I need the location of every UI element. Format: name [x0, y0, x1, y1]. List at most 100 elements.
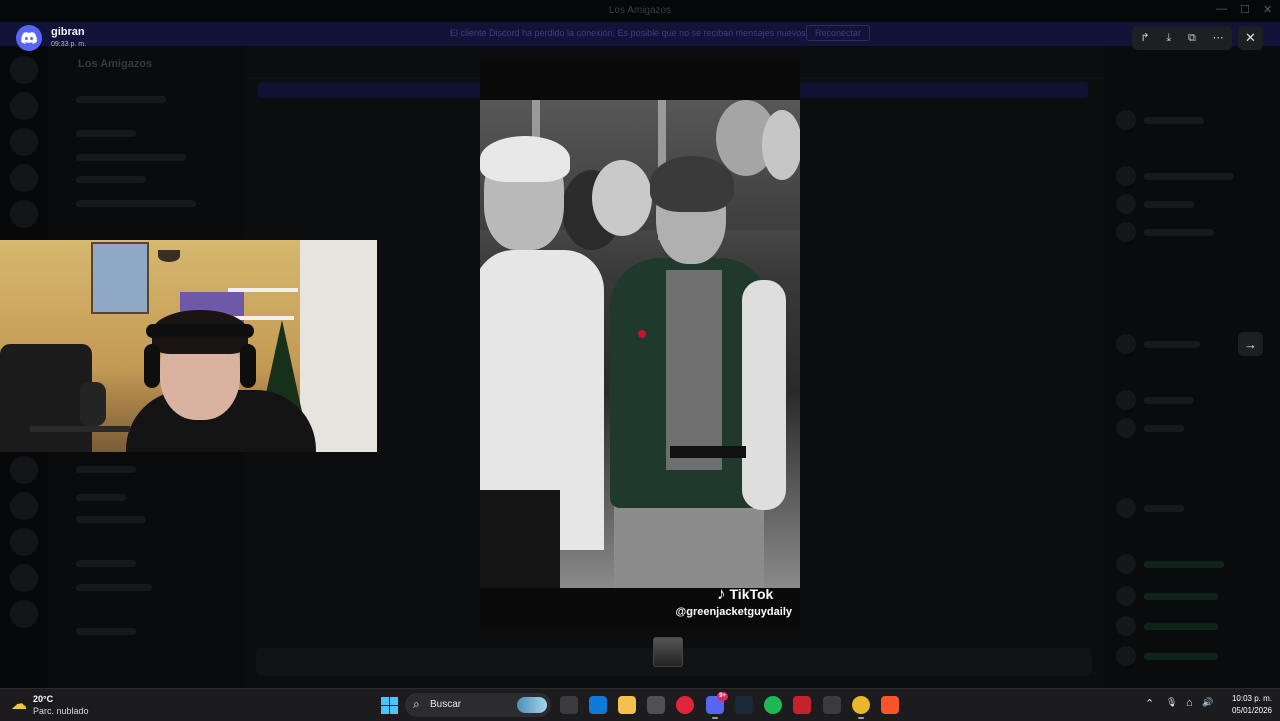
member-avatar[interactable] [1116, 222, 1136, 242]
discord-taskbar-icon[interactable]: 9+ [706, 692, 728, 719]
member-avatar[interactable] [1116, 646, 1136, 666]
server-icon[interactable] [10, 456, 38, 484]
maximize-icon[interactable]: ☐ [1240, 3, 1250, 16]
member-avatar[interactable] [1116, 390, 1136, 410]
weather-description[interactable]: Parc. nublado [33, 706, 89, 716]
jacket-white-sleeve [742, 280, 786, 510]
server-icon[interactable] [10, 492, 38, 520]
member-name [1144, 561, 1224, 568]
channel-item[interactable] [76, 560, 136, 567]
file-explorer-icon[interactable] [618, 696, 636, 714]
forward-icon[interactable]: ↱ [1140, 32, 1149, 44]
channel-item[interactable] [76, 494, 126, 501]
viewer-close-button[interactable]: ✕ [1238, 26, 1263, 50]
member-avatar[interactable] [1116, 334, 1136, 354]
streaming-app-icon[interactable] [793, 696, 811, 714]
sender-timestamp: 09:33 p. m. [51, 41, 87, 48]
channel-item[interactable] [76, 628, 136, 635]
channel-item[interactable] [76, 516, 146, 523]
connection-notice-bar: El cliente Discord ha perdido la conexió… [0, 22, 1280, 46]
member-name [1144, 341, 1200, 348]
server-icon[interactable] [10, 92, 38, 120]
tiktok-logo-icon: ♪ [717, 584, 726, 603]
server-icon[interactable] [10, 528, 38, 556]
server-icon[interactable] [10, 56, 38, 84]
weather-cloud-icon[interactable]: ☁ [11, 694, 27, 714]
window-close-icon[interactable]: ✕ [1263, 3, 1272, 16]
spotify-icon[interactable] [764, 696, 782, 714]
member-avatar[interactable] [1116, 554, 1136, 574]
cam-chair [0, 344, 92, 452]
volume-icon[interactable]: 🔊 [1202, 697, 1213, 708]
task-view-icon[interactable] [560, 696, 578, 714]
app-icon[interactable] [823, 696, 841, 714]
server-icon[interactable] [10, 564, 38, 592]
channel-item[interactable] [76, 200, 196, 207]
steam-icon[interactable] [735, 696, 753, 714]
channel-item[interactable] [76, 96, 166, 103]
clock-date[interactable]: 05/01/2026 [1220, 706, 1272, 715]
taskbar: ☁ 20°C Parc. nublado ⌕ Buscar 9+ ⌃ 🎙 ⌂ 🔊… [0, 688, 1280, 721]
person-dark-pants [480, 490, 560, 588]
video-player[interactable]: ♪ TikTok @greenjacketguydaily [480, 60, 800, 628]
microsoft-store-icon[interactable] [647, 696, 665, 714]
discord-notification-badge: 9+ [717, 692, 728, 701]
video-frame [480, 100, 800, 588]
windows-start-icon[interactable] [381, 697, 398, 714]
channel-item[interactable] [76, 584, 152, 591]
member-name [1144, 425, 1184, 432]
rose-pin [638, 330, 646, 338]
download-icon[interactable]: ⤓ [1166, 32, 1171, 44]
member-name [1144, 397, 1194, 404]
server-icon[interactable] [10, 200, 38, 228]
clock-time[interactable]: 10:03 p. m. [1226, 694, 1272, 703]
reconnect-link[interactable]: Reconectar [806, 25, 871, 41]
sender-avatar[interactable] [16, 25, 42, 51]
taskbar-search[interactable]: ⌕ Buscar [405, 693, 551, 717]
weather-temperature[interactable]: 20°C [33, 694, 53, 704]
member-avatar[interactable] [1116, 616, 1136, 636]
search-label: Buscar [430, 699, 462, 710]
microphone-icon[interactable]: 🎙 [1166, 697, 1177, 708]
person-belt [670, 446, 746, 458]
media-thumbnail[interactable] [653, 637, 683, 667]
search-highlight-image [517, 697, 547, 713]
next-media-button[interactable]: → [1238, 332, 1263, 356]
channel-item[interactable] [76, 176, 146, 183]
cam-poster [91, 242, 149, 314]
server-icon[interactable] [10, 164, 38, 192]
open-in-browser-icon[interactable]: ⧉ [1188, 32, 1196, 44]
cam-microphone [80, 382, 106, 426]
member-avatar[interactable] [1116, 586, 1136, 606]
member-avatar[interactable] [1116, 166, 1136, 186]
member-avatar[interactable] [1116, 498, 1136, 518]
person-dark-hair [650, 156, 734, 212]
opera-icon[interactable] [676, 696, 694, 714]
tiktok-wordmark: TikTok [729, 585, 774, 602]
member-avatar[interactable] [1116, 194, 1136, 214]
brave-icon[interactable] [881, 696, 899, 714]
server-icon[interactable] [10, 600, 38, 628]
member-name [1144, 117, 1204, 124]
channel-item[interactable] [76, 466, 136, 473]
channel-item[interactable] [76, 130, 136, 137]
cam-mic-arm [30, 426, 130, 432]
edge-icon[interactable] [589, 696, 607, 714]
person-grey-tee [666, 270, 722, 470]
member-avatar[interactable] [1116, 110, 1136, 130]
channel-item[interactable] [76, 154, 186, 161]
window-titlebar: Los Amigazos — ☐ ✕ [0, 0, 1280, 22]
network-icon[interactable]: ⌂ [1186, 697, 1193, 709]
cam-headset [146, 324, 254, 338]
sender-name[interactable]: gibran [51, 26, 85, 38]
server-icon[interactable] [10, 128, 38, 156]
notice-text: El cliente Discord ha perdido la conexió… [450, 28, 809, 38]
member-list [1104, 46, 1280, 688]
member-avatar[interactable] [1116, 418, 1136, 438]
more-options-icon[interactable]: ⋯ [1213, 32, 1224, 44]
tray-chevron-icon[interactable]: ⌃ [1145, 697, 1154, 710]
minimize-icon[interactable]: — [1216, 3, 1227, 15]
server-name[interactable]: Los Amigazos [78, 58, 152, 70]
window-title: Los Amigazos [608, 5, 672, 16]
chrome-icon[interactable] [852, 696, 870, 719]
